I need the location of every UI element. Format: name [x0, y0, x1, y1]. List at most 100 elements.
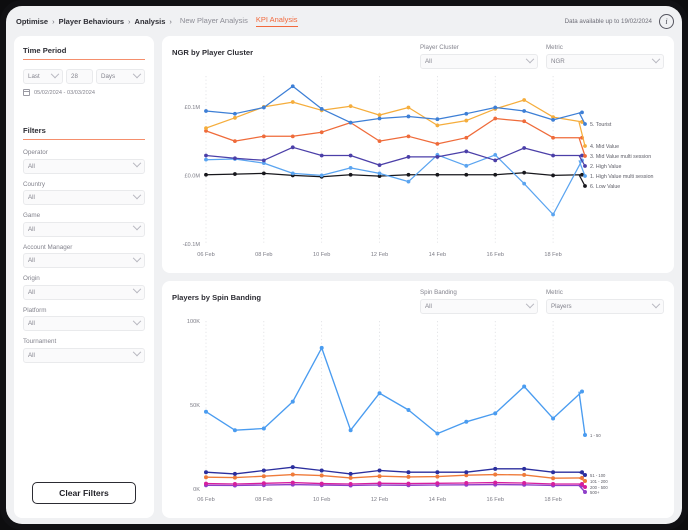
card2-metric-control: Metric Players	[546, 289, 664, 314]
filter-tournament-select[interactable]: All	[23, 348, 145, 363]
svg-text:10 Feb: 10 Feb	[313, 252, 330, 258]
charts-column: NGR by Player Cluster Player Cluster All…	[162, 36, 674, 518]
svg-text:3. Mid Value multi session: 3. Mid Value multi session	[590, 154, 651, 160]
filter-operator: Operator All	[23, 149, 145, 174]
svg-text:08 Feb: 08 Feb	[255, 497, 272, 503]
filter-account-manager-value: All	[28, 257, 134, 264]
filter-operator-value: All	[28, 163, 134, 170]
clear-filters-wrap: Clear Filters	[23, 482, 145, 508]
chevron-down-icon	[133, 70, 141, 78]
chevron-down-icon	[51, 70, 59, 78]
svg-text:12 Feb: 12 Feb	[371, 497, 388, 503]
svg-text:£0.1M: £0.1M	[184, 105, 200, 111]
chevron-down-icon	[526, 299, 534, 307]
card1-metric-control: Metric NGR	[546, 44, 664, 69]
card1-title: NGR by Player Cluster	[172, 44, 253, 57]
spin-banding-select[interactable]: All	[420, 299, 538, 314]
chevron-down-icon	[133, 254, 141, 262]
info-icon[interactable]: i	[659, 14, 674, 29]
svg-text:16 Feb: 16 Feb	[487, 252, 504, 258]
filter-country-label: Country	[23, 181, 145, 188]
svg-text:4. Mid Value: 4. Mid Value	[590, 144, 619, 150]
chart1-svg: £0.1M£0.0M-£0.1M06 Feb08 Feb10 Feb12 Feb…	[162, 70, 674, 270]
filter-origin: Origin All	[23, 275, 145, 300]
svg-text:14 Feb: 14 Feb	[429, 252, 446, 258]
svg-text:18 Feb: 18 Feb	[544, 252, 561, 258]
card-ngr-by-player-cluster: NGR by Player Cluster Player Cluster All…	[162, 36, 674, 273]
svg-text:12 Feb: 12 Feb	[371, 252, 388, 258]
player-cluster-label: Player Cluster	[420, 44, 538, 51]
svg-text:101 - 200: 101 - 200	[590, 479, 608, 484]
chart1-plot: £0.1M£0.0M-£0.1M06 Feb08 Feb10 Feb12 Feb…	[162, 70, 674, 273]
svg-text:10 Feb: 10 Feb	[313, 497, 330, 503]
tab-new-player-analysis[interactable]: New Player Analysis	[180, 16, 248, 27]
data-availability-text: Data available up to 19/02/2024	[565, 18, 652, 25]
svg-text:100K: 100K	[187, 319, 200, 325]
breadcrumb-item-0[interactable]: Optimise	[16, 17, 48, 26]
filter-account-manager-select[interactable]: All	[23, 253, 145, 268]
card1-metric-label: Metric	[546, 44, 664, 51]
body-area: Time Period Last 28 Days 05/02/2024 - 03…	[14, 36, 674, 518]
breadcrumb-item-2[interactable]: Analysis	[135, 17, 166, 26]
breadcrumb-item-1[interactable]: Player Behaviours	[59, 17, 124, 26]
svg-text:5. Tourist: 5. Tourist	[590, 122, 612, 128]
calendar-icon	[23, 89, 30, 96]
chevron-down-icon	[526, 54, 534, 62]
svg-text:06 Feb: 06 Feb	[197, 497, 214, 503]
svg-text:16 Feb: 16 Feb	[487, 497, 504, 503]
chart2-plot: 100K50K0K06 Feb08 Feb10 Feb12 Feb14 Feb1…	[162, 315, 674, 518]
filters-header: Filters	[23, 126, 145, 149]
filter-origin-value: All	[28, 289, 134, 296]
spin-banding-label: Spin Banding	[420, 289, 538, 296]
card2-header: Players by Spin Banding Spin Banding All…	[172, 289, 664, 314]
card1-header: NGR by Player Cluster Player Cluster All…	[172, 44, 664, 69]
filter-operator-label: Operator	[23, 149, 145, 156]
filter-game: Game All	[23, 212, 145, 237]
filter-account-manager: Account Manager All	[23, 244, 145, 269]
filter-tournament-value: All	[28, 352, 134, 359]
date-range-text: 05/02/2024 - 03/03/2024	[34, 90, 95, 96]
filter-operator-select[interactable]: All	[23, 159, 145, 174]
filter-game-value: All	[28, 226, 134, 233]
filter-country: Country All	[23, 181, 145, 206]
chevron-down-icon	[133, 285, 141, 293]
svg-text:1 - 50: 1 - 50	[590, 433, 601, 438]
filters-rule	[23, 139, 145, 140]
svg-text:06 Feb: 06 Feb	[197, 252, 214, 258]
svg-text:£0.0M: £0.0M	[184, 173, 200, 179]
card1-metric-select[interactable]: NGR	[546, 54, 664, 69]
filter-origin-select[interactable]: All	[23, 285, 145, 300]
filter-tournament: Tournament All	[23, 338, 145, 363]
breadcrumb: Optimise › Player Behaviours › Analysis …	[16, 17, 172, 26]
player-cluster-select[interactable]: All	[420, 54, 538, 69]
card1-metric-value: NGR	[551, 58, 653, 65]
svg-text:500+: 500+	[590, 490, 600, 495]
breadcrumb-separator: ›	[169, 17, 172, 26]
time-period-mode-select[interactable]: Last	[23, 69, 63, 84]
filter-tournament-label: Tournament	[23, 338, 145, 345]
app-screen: Optimise › Player Behaviours › Analysis …	[6, 6, 682, 524]
filter-sidebar: Time Period Last 28 Days 05/02/2024 - 03…	[14, 36, 154, 518]
chevron-down-icon	[652, 299, 660, 307]
svg-text:0K: 0K	[193, 487, 200, 493]
tab-kpi-analysis[interactable]: KPI Analysis	[256, 15, 298, 27]
filter-country-value: All	[28, 194, 134, 201]
player-cluster-control: Player Cluster All	[420, 44, 538, 69]
svg-text:51 - 100: 51 - 100	[590, 473, 606, 478]
filter-game-label: Game	[23, 212, 145, 219]
spin-banding-value: All	[425, 303, 527, 310]
time-period-unit-select[interactable]: Days	[96, 69, 145, 84]
card2-controls: Spin Banding All Metric Players	[420, 289, 664, 314]
filter-platform-select[interactable]: All	[23, 316, 145, 331]
spin-banding-control: Spin Banding All	[420, 289, 538, 314]
filter-country-select[interactable]: All	[23, 190, 145, 205]
date-range-row[interactable]: 05/02/2024 - 03/03/2024	[23, 89, 145, 96]
clear-filters-button[interactable]: Clear Filters	[32, 482, 136, 504]
card2-metric-select[interactable]: Players	[546, 299, 664, 314]
time-period-amount-input[interactable]: 28	[66, 69, 93, 84]
filter-origin-label: Origin	[23, 275, 145, 282]
chevron-down-icon	[133, 317, 141, 325]
time-period-unit-value: Days	[101, 73, 134, 80]
time-period-rule	[23, 59, 145, 60]
filter-game-select[interactable]: All	[23, 222, 145, 237]
